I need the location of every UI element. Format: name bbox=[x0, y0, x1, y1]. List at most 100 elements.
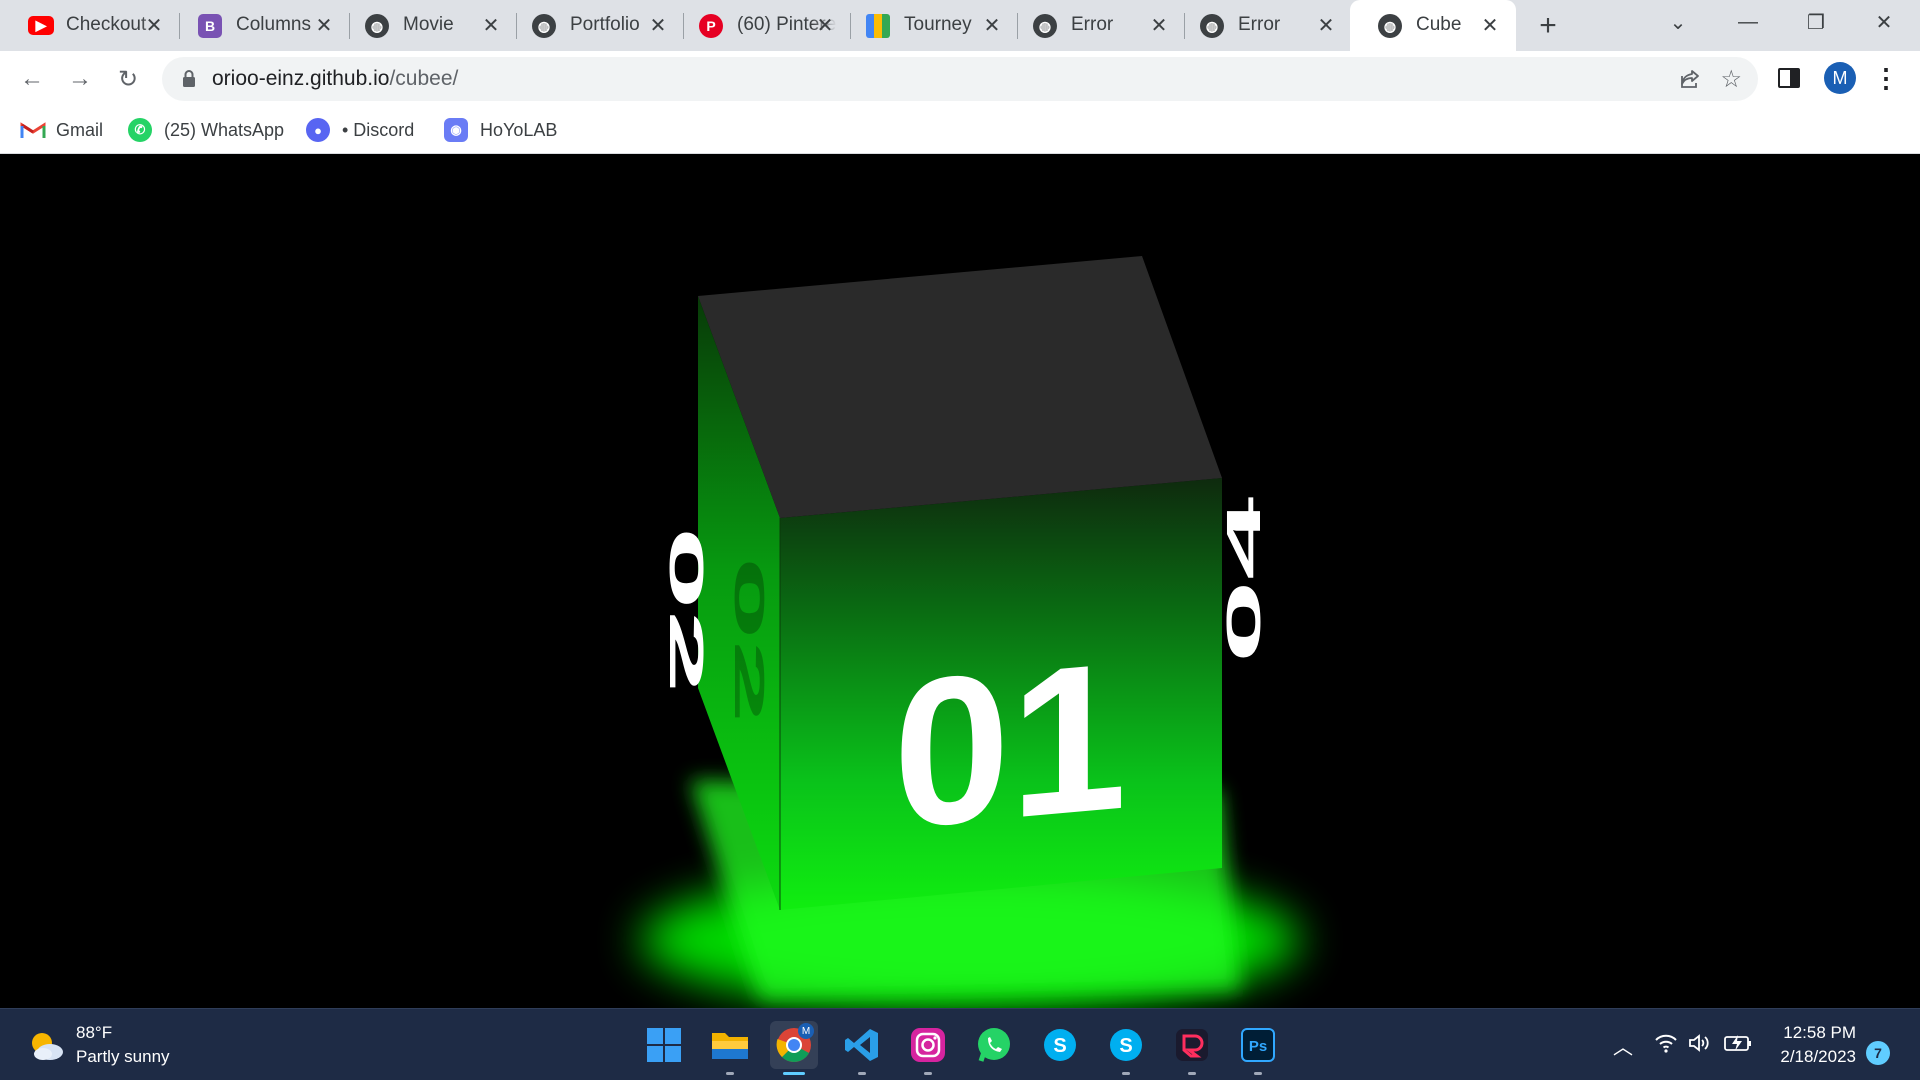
running-indicator bbox=[726, 1072, 734, 1075]
photoshop-icon[interactable]: Ps bbox=[1234, 1021, 1282, 1075]
tab-error-2[interactable]: ◍ Error ✕ bbox=[1172, 0, 1352, 51]
tab-tourney[interactable]: Tourney ✕ bbox=[838, 0, 1018, 51]
cube-front-label: 01 bbox=[893, 618, 1127, 873]
whatsapp-logo-icon bbox=[978, 1028, 1010, 1062]
running-indicator bbox=[1254, 1072, 1262, 1075]
file-explorer-icon[interactable] bbox=[706, 1021, 754, 1075]
restore-button[interactable]: ❐ bbox=[1784, 0, 1848, 44]
instagram-logo-icon bbox=[911, 1028, 945, 1062]
skype-alt-icon[interactable]: S bbox=[1102, 1021, 1150, 1075]
close-tab-icon[interactable]: ✕ bbox=[813, 13, 837, 37]
browser-toolbar: ← → ↻ orioo-einz.github.io/cubee/ ☆ M ⋮ bbox=[0, 51, 1920, 107]
svg-text:S: S bbox=[1053, 1035, 1066, 1057]
url-host: orioo-einz.github.io bbox=[212, 67, 390, 90]
bookmark-label: Gmail bbox=[56, 119, 104, 140]
close-tab-icon[interactable]: ✕ bbox=[1478, 13, 1502, 37]
bookmark-discord[interactable]: ● • Discord bbox=[306, 117, 414, 143]
weather-description[interactable]: Partly sunny bbox=[76, 1047, 170, 1067]
volume-icon[interactable] bbox=[1688, 1033, 1712, 1053]
cube-top-face bbox=[698, 256, 1222, 518]
globe-icon: ◍ bbox=[365, 14, 389, 38]
partly-sunny-icon[interactable] bbox=[28, 1029, 66, 1061]
cube-right-label: 04 bbox=[1216, 496, 1270, 663]
lock-icon bbox=[183, 70, 195, 87]
cube-left-label: 02 bbox=[660, 527, 714, 694]
whatsapp-icon[interactable] bbox=[970, 1021, 1018, 1069]
close-tab-icon[interactable]: ✕ bbox=[980, 13, 1004, 37]
url-text: orioo-einz.github.io/cubee/ bbox=[212, 67, 458, 91]
cube-left-label-shadow: 02 bbox=[726, 557, 773, 724]
tab-columns[interactable]: B Columns ✕ bbox=[170, 0, 350, 51]
back-button[interactable]: ← bbox=[16, 63, 48, 95]
windows-logo-icon bbox=[647, 1028, 681, 1062]
tab-portfolio[interactable]: ◍ Portfolio ✕ bbox=[504, 0, 684, 51]
bookmark-label: (25) WhatsApp bbox=[164, 119, 285, 140]
new-tab-button[interactable]: + bbox=[1532, 9, 1564, 42]
globe-icon: ◍ bbox=[1033, 14, 1057, 38]
tab-strip: ▶ Checkout ✕ B Columns ✕ ◍ Movie ✕ ◍ Por… bbox=[0, 0, 1920, 51]
bookmarks-bar: Gmail ✆ (25) WhatsApp ● • Discord ◉ HoYo… bbox=[0, 107, 1920, 154]
whatsapp-icon: ✆ bbox=[128, 118, 152, 142]
page-content: 01 02 02 04 bbox=[0, 155, 1920, 1008]
chrome-icon[interactable]: M bbox=[770, 1021, 818, 1075]
bookmark-star-icon[interactable]: ☆ bbox=[1720, 65, 1742, 94]
running-indicator bbox=[1188, 1072, 1196, 1075]
minimize-button[interactable]: — bbox=[1716, 0, 1780, 44]
close-window-button[interactable]: ✕ bbox=[1852, 0, 1916, 44]
profile-avatar[interactable]: M bbox=[1824, 62, 1856, 94]
bookmark-whatsapp[interactable]: ✆ (25) WhatsApp bbox=[128, 117, 284, 143]
battery-charging-icon[interactable] bbox=[1724, 1034, 1752, 1052]
side-panel-icon[interactable] bbox=[1778, 68, 1800, 88]
notification-badge[interactable]: 7 bbox=[1866, 1041, 1890, 1065]
tab-cube[interactable]: ◍ Cube ✕ bbox=[1350, 0, 1516, 51]
address-bar[interactable]: orioo-einz.github.io/cubee/ ☆ bbox=[162, 57, 1758, 101]
cube-scene: 01 02 02 04 bbox=[640, 256, 1300, 1008]
tab-error-1[interactable]: ◍ Error ✕ bbox=[1005, 0, 1185, 51]
share-icon[interactable] bbox=[1678, 67, 1702, 91]
bookmark-gmail[interactable]: Gmail bbox=[20, 117, 103, 143]
globe-icon: ◍ bbox=[1200, 14, 1224, 38]
skype-logo-icon: S bbox=[1110, 1029, 1142, 1061]
running-indicator bbox=[858, 1072, 866, 1075]
browser-menu-icon[interactable]: ⋮ bbox=[1873, 60, 1899, 96]
hoyolab-icon: ◉ bbox=[444, 118, 468, 142]
weather-temperature[interactable]: 88°F bbox=[76, 1023, 112, 1043]
clock-time[interactable]: 12:58 PM bbox=[1782, 1023, 1856, 1043]
globe-icon: ◍ bbox=[1378, 14, 1402, 38]
bookmark-label: HoYoLAB bbox=[480, 119, 558, 140]
instagram-icon[interactable] bbox=[904, 1021, 952, 1075]
forward-button[interactable]: → bbox=[64, 63, 96, 95]
close-tab-icon[interactable]: ✕ bbox=[142, 13, 166, 37]
tab-movie[interactable]: ◍ Movie ✕ bbox=[337, 0, 517, 51]
skype-icon[interactable]: S bbox=[1036, 1021, 1084, 1069]
bookmark-hoyolab[interactable]: ◉ HoYoLAB bbox=[444, 117, 557, 143]
screen: ▶ Checkout ✕ B Columns ✕ ◍ Movie ✕ ◍ Por… bbox=[0, 0, 1920, 1080]
tab-checkout[interactable]: ▶ Checkout ✕ bbox=[0, 0, 180, 51]
discord-icon: ● bbox=[306, 118, 330, 142]
svg-text:Ps: Ps bbox=[1249, 1038, 1267, 1055]
pinterest-icon: P bbox=[699, 14, 723, 38]
close-tab-icon[interactable]: ✕ bbox=[312, 13, 336, 37]
close-tab-icon[interactable]: ✕ bbox=[1147, 13, 1171, 37]
bootstrap-icon: B bbox=[198, 14, 222, 38]
reload-button[interactable]: ↻ bbox=[112, 63, 144, 95]
wifi-icon[interactable] bbox=[1654, 1033, 1678, 1053]
close-tab-icon[interactable]: ✕ bbox=[646, 13, 670, 37]
running-indicator bbox=[783, 1072, 805, 1075]
running-indicator bbox=[1122, 1072, 1130, 1075]
show-hidden-icons-chevron-icon[interactable]: ︿ bbox=[1613, 1031, 1633, 1060]
photoshop-logo-icon: Ps bbox=[1241, 1028, 1275, 1062]
close-tab-icon[interactable]: ✕ bbox=[1314, 13, 1338, 37]
svg-text:S: S bbox=[1119, 1035, 1132, 1057]
url-path: /cubee/ bbox=[389, 67, 459, 90]
app-icon[interactable] bbox=[1168, 1021, 1216, 1075]
close-tab-icon[interactable]: ✕ bbox=[479, 13, 503, 37]
globe-icon: ◍ bbox=[532, 14, 556, 38]
taskbar: 88°F Partly sunny M S S Ps ︿ 12:58 PM 2/… bbox=[0, 1008, 1920, 1080]
vscode-icon[interactable] bbox=[838, 1021, 886, 1075]
windows-start-icon[interactable] bbox=[640, 1021, 688, 1069]
gmail-icon bbox=[20, 122, 46, 138]
tab-search-icon[interactable]: ⌄ bbox=[1646, 0, 1710, 44]
clock-date[interactable]: 2/18/2023 bbox=[1770, 1047, 1856, 1067]
tab-pinterest[interactable]: P (60) Pinterest ✕ bbox=[671, 0, 851, 51]
